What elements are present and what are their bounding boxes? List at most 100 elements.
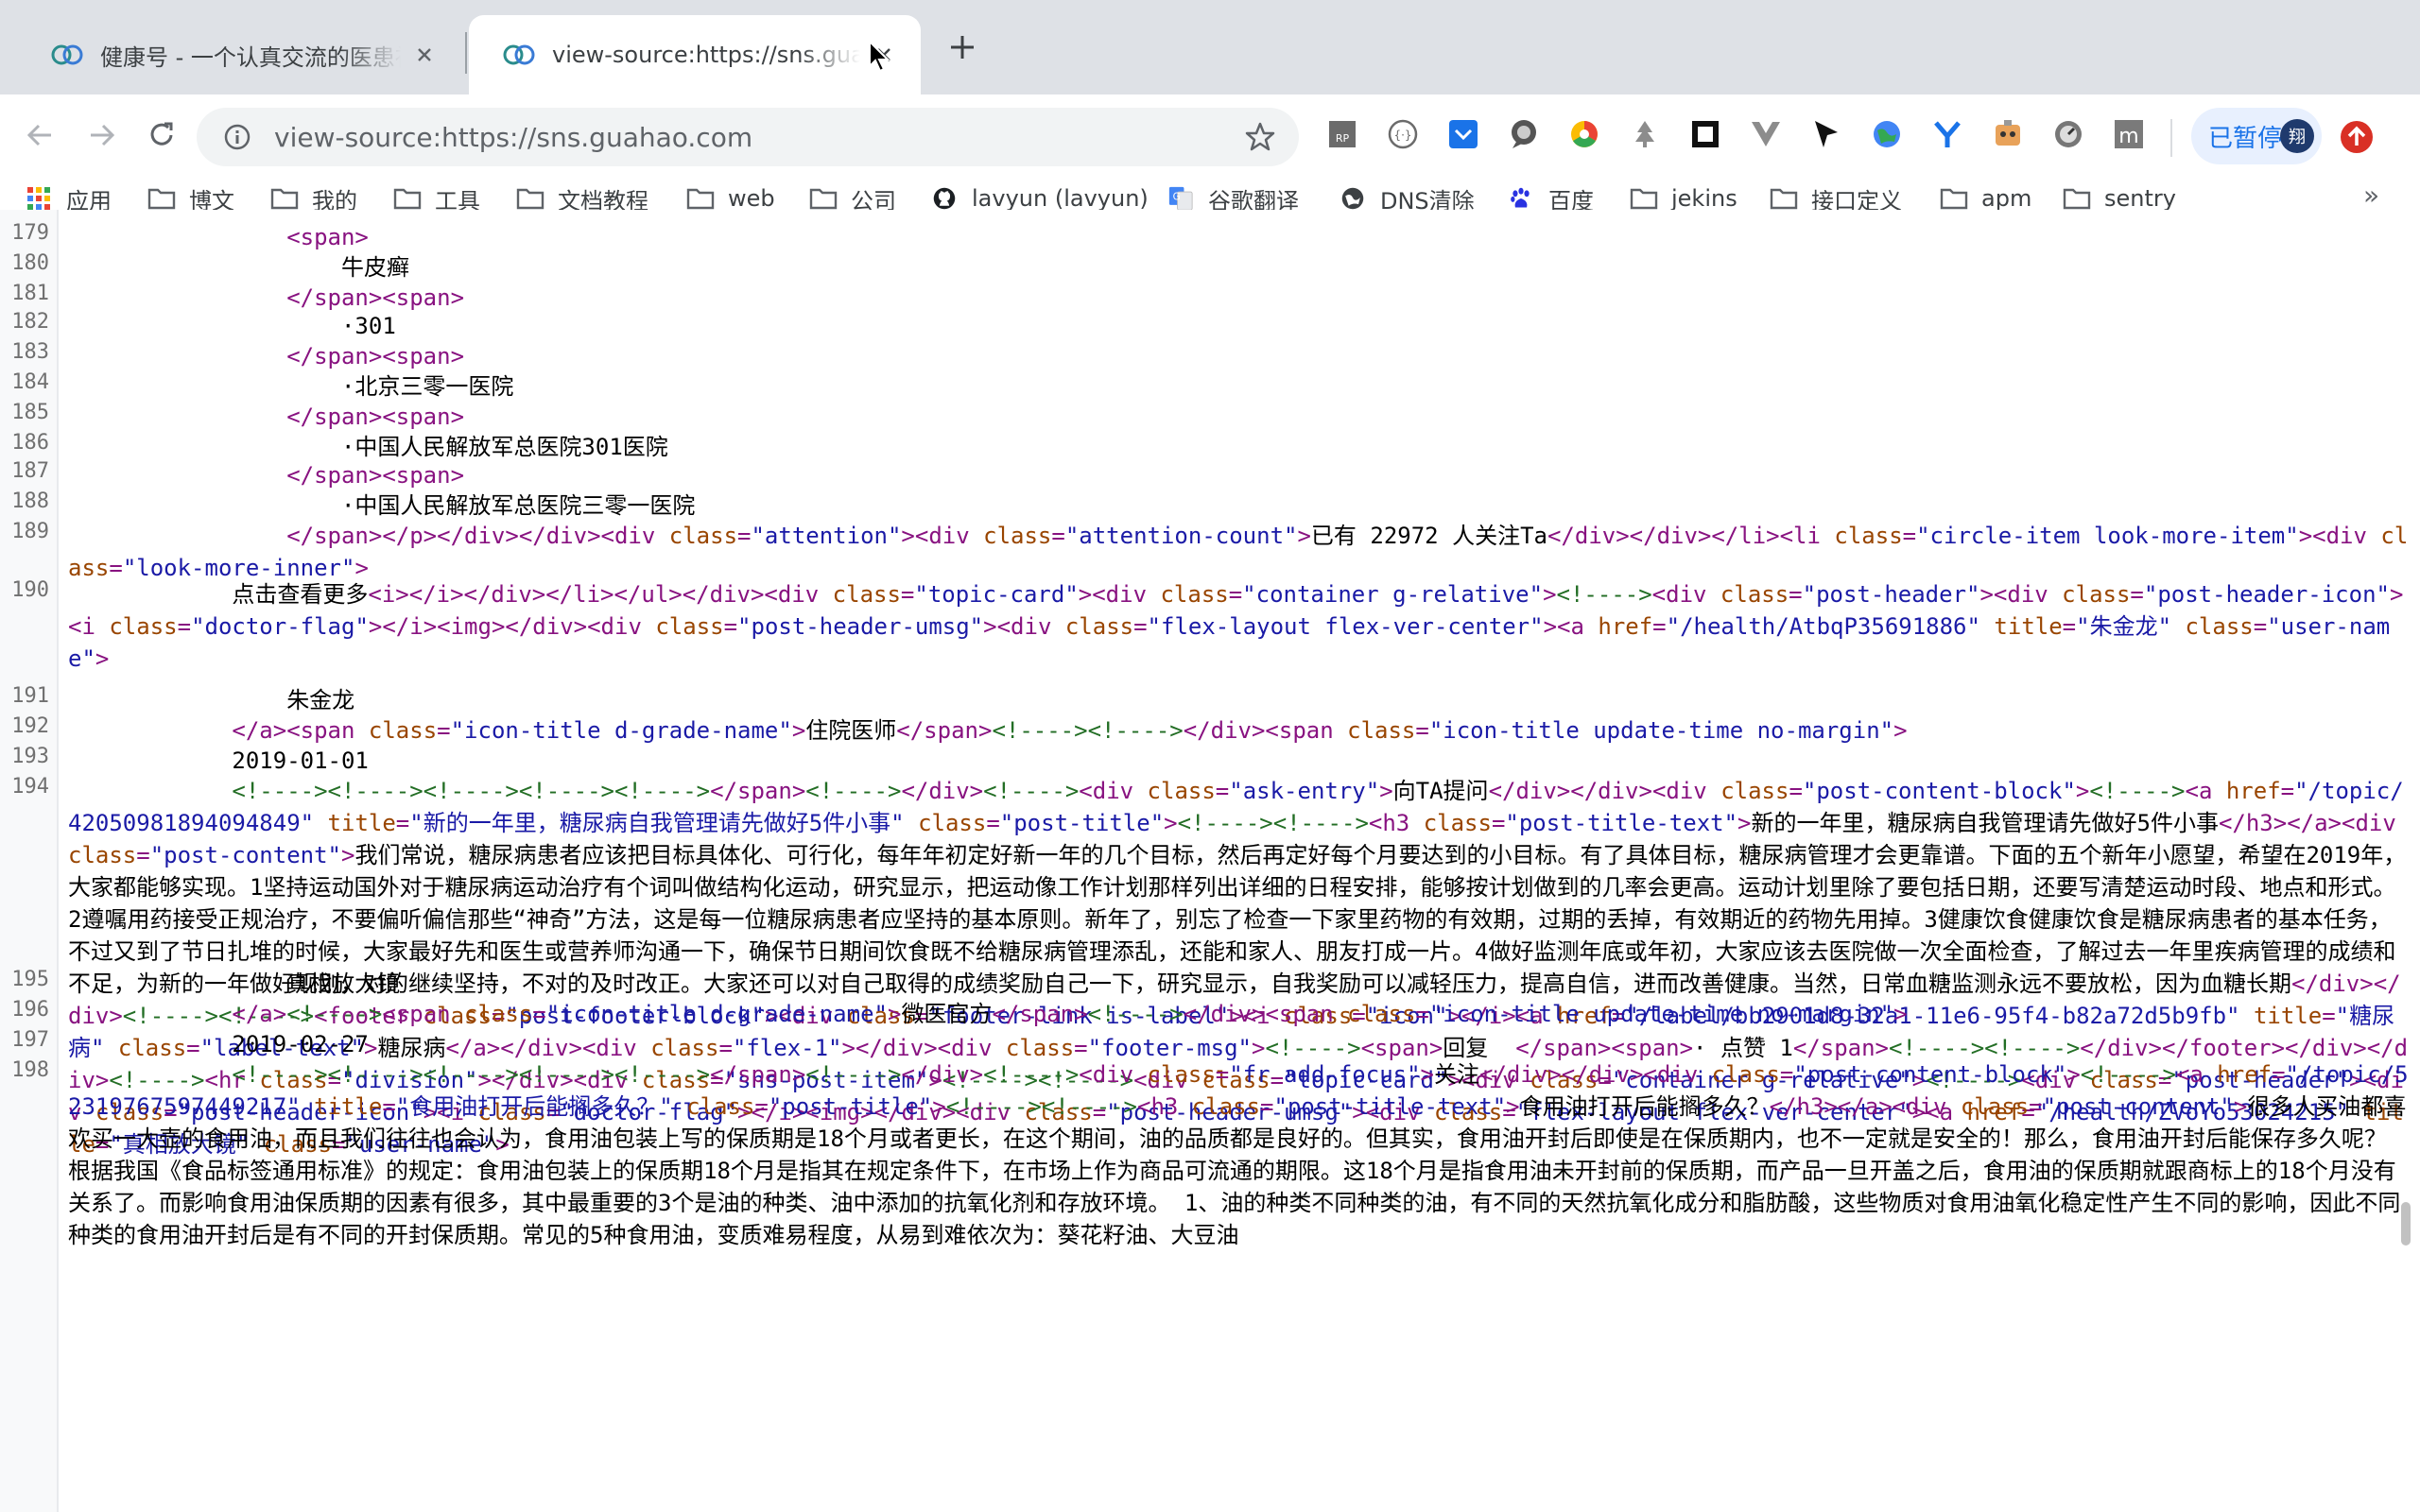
tab-view-source[interactable]: view-source:https://sns.guahao.com bbox=[469, 15, 921, 94]
line-number: 184 bbox=[11, 370, 49, 394]
line-number: 185 bbox=[11, 401, 49, 424]
profile-paused-button[interactable]: 已暂停 翔 bbox=[2191, 108, 2322, 164]
svg-text:G: G bbox=[1173, 192, 1181, 203]
back-button[interactable] bbox=[17, 112, 64, 159]
github-icon bbox=[933, 187, 956, 210]
line-number: 182 bbox=[11, 310, 49, 334]
line-number: 195 bbox=[11, 968, 49, 991]
tab-strip: 健康号 - 一个认真交流的医患社区 view-source:https://sn… bbox=[0, 0, 2420, 94]
svg-text:{·}: {·} bbox=[1393, 129, 1411, 142]
source-code: 点击查看更多<i></i></div></li></ul></div><div … bbox=[68, 581, 2404, 672]
view-source-content: 179 <span> 180 牛皮癣 181 </span><span> 182 ·3… bbox=[0, 210, 2420, 1512]
source-code: ·北京三零一医院 bbox=[68, 373, 514, 400]
line-number: 187 bbox=[11, 459, 49, 483]
source-code: <span> bbox=[286, 224, 369, 250]
line-number: 189 bbox=[11, 520, 49, 543]
apps-grid-icon bbox=[27, 187, 50, 210]
source-code: ·中国人民解放军总医院301医院 bbox=[68, 434, 668, 460]
address-bar[interactable]: view-source:https://sns.guahao.com bbox=[197, 108, 1299, 166]
address-url[interactable]: view-source:https://sns.guahao.com bbox=[274, 122, 1244, 153]
bookmark-label: jekins bbox=[1671, 185, 1737, 212]
line-number: 191 bbox=[11, 684, 49, 708]
reload-icon bbox=[150, 122, 173, 146]
source-code: </span><span> bbox=[286, 404, 465, 430]
bookmarks-overflow-chevron-icon[interactable]: » bbox=[2363, 180, 2379, 211]
folder-icon bbox=[686, 188, 715, 210]
arrow-right-icon bbox=[91, 124, 115, 146]
source-code: </span><span> bbox=[286, 462, 465, 489]
line-number: 194 bbox=[11, 775, 49, 799]
extension-chat-icon[interactable] bbox=[1507, 117, 1541, 151]
baidu-paw-icon bbox=[1511, 187, 1530, 208]
vertical-scrollbar[interactable] bbox=[2401, 1202, 2411, 1246]
line-number: 197 bbox=[11, 1028, 49, 1052]
extension-m-icon[interactable]: m bbox=[2112, 117, 2146, 151]
bookmark-label: lavyun (lavyun) bbox=[972, 185, 1149, 212]
source-code: </a><span class="icon-title d-grade-name… bbox=[232, 717, 1908, 744]
tab-health-community[interactable]: 健康号 - 一个认真交流的医患社区 bbox=[17, 15, 461, 94]
source-code: </span><span> bbox=[286, 284, 465, 311]
extension-monitor-icon[interactable] bbox=[2051, 117, 2085, 151]
source-code: </a><!----><span class="icon-title d-gra… bbox=[232, 1001, 1908, 1027]
line-number: 183 bbox=[11, 340, 49, 364]
folder-icon bbox=[516, 188, 544, 210]
extension-tree-icon[interactable] bbox=[1628, 117, 1662, 151]
source-code: </span></p></div></div><div class="atten… bbox=[68, 523, 2409, 581]
bookmark-label: web bbox=[728, 185, 775, 212]
line-number: 193 bbox=[11, 745, 49, 768]
extension-robot-icon[interactable] bbox=[1991, 117, 2025, 151]
tab-separator bbox=[465, 32, 467, 74]
source-code: 牛皮癣 bbox=[68, 254, 409, 281]
source-code: 朱金龙 bbox=[68, 687, 355, 713]
line-number: 198 bbox=[11, 1058, 49, 1082]
guahao-favicon-icon bbox=[503, 44, 535, 65]
folder-icon bbox=[2063, 188, 2091, 210]
extension-json-icon[interactable]: {·} bbox=[1386, 117, 1420, 151]
update-available-icon[interactable] bbox=[2339, 119, 2375, 155]
line-number: 192 bbox=[11, 714, 49, 738]
bookmark-label: apm bbox=[1981, 185, 2032, 212]
extension-vue-icon[interactable] bbox=[1749, 117, 1783, 151]
folder-icon bbox=[147, 188, 176, 210]
extension-rp-icon[interactable]: RP bbox=[1325, 117, 1359, 151]
folder-icon bbox=[1630, 188, 1658, 210]
info-icon[interactable] bbox=[223, 123, 251, 151]
source-code: 2019-01-01 bbox=[68, 747, 369, 774]
folder-icon bbox=[393, 188, 422, 210]
line-number: 181 bbox=[11, 282, 49, 305]
source-code: <!----><!----><!----><!----><!----></spa… bbox=[68, 1061, 2409, 1248]
source-code: 真相放大镜 bbox=[68, 971, 401, 997]
line-number: 180 bbox=[11, 251, 49, 275]
folder-icon bbox=[809, 188, 838, 210]
forward-button[interactable] bbox=[78, 112, 125, 159]
reload-button[interactable] bbox=[138, 112, 185, 159]
svg-text:RP: RP bbox=[1336, 132, 1350, 145]
source-code: ·301 bbox=[68, 313, 396, 339]
tab-title: view-source:https://sns.guahao.com bbox=[552, 42, 860, 68]
sync-paused-label: 已暂停 bbox=[2208, 124, 2283, 153]
plus-icon bbox=[951, 36, 974, 59]
extension-globe-icon[interactable] bbox=[1870, 117, 1904, 151]
svg-text:m: m bbox=[2118, 125, 2138, 148]
star-bookmark-icon[interactable] bbox=[1244, 121, 1276, 153]
extension-frame-icon[interactable] bbox=[1688, 117, 1722, 151]
browser-toolbar: view-source:https://sns.guahao.com RP {·… bbox=[0, 94, 2420, 229]
extension-colorwheel-icon[interactable] bbox=[1567, 117, 1601, 151]
globe-icon bbox=[1341, 187, 1364, 210]
extension-y-icon[interactable] bbox=[1930, 117, 1964, 151]
mouse-cursor-icon bbox=[869, 40, 890, 73]
extension-save-icon[interactable] bbox=[1446, 117, 1480, 151]
google-translate-icon: G bbox=[1168, 186, 1193, 211]
guahao-favicon-icon bbox=[51, 44, 83, 65]
arrow-left-icon bbox=[26, 124, 51, 146]
tab-title: 健康号 - 一个认真交流的医患社区 bbox=[100, 43, 401, 71]
line-number: 179 bbox=[11, 221, 49, 245]
extension-pointer-icon[interactable] bbox=[1809, 117, 1843, 151]
avatar: 翔 bbox=[2280, 119, 2314, 153]
toolbar-separator bbox=[2170, 119, 2172, 157]
source-code: </span><span> bbox=[286, 343, 465, 369]
source-code: 2019-02-27 bbox=[68, 1031, 369, 1057]
close-tab-icon[interactable] bbox=[410, 41, 439, 69]
new-tab-button[interactable] bbox=[943, 28, 981, 66]
folder-icon bbox=[1770, 188, 1798, 210]
